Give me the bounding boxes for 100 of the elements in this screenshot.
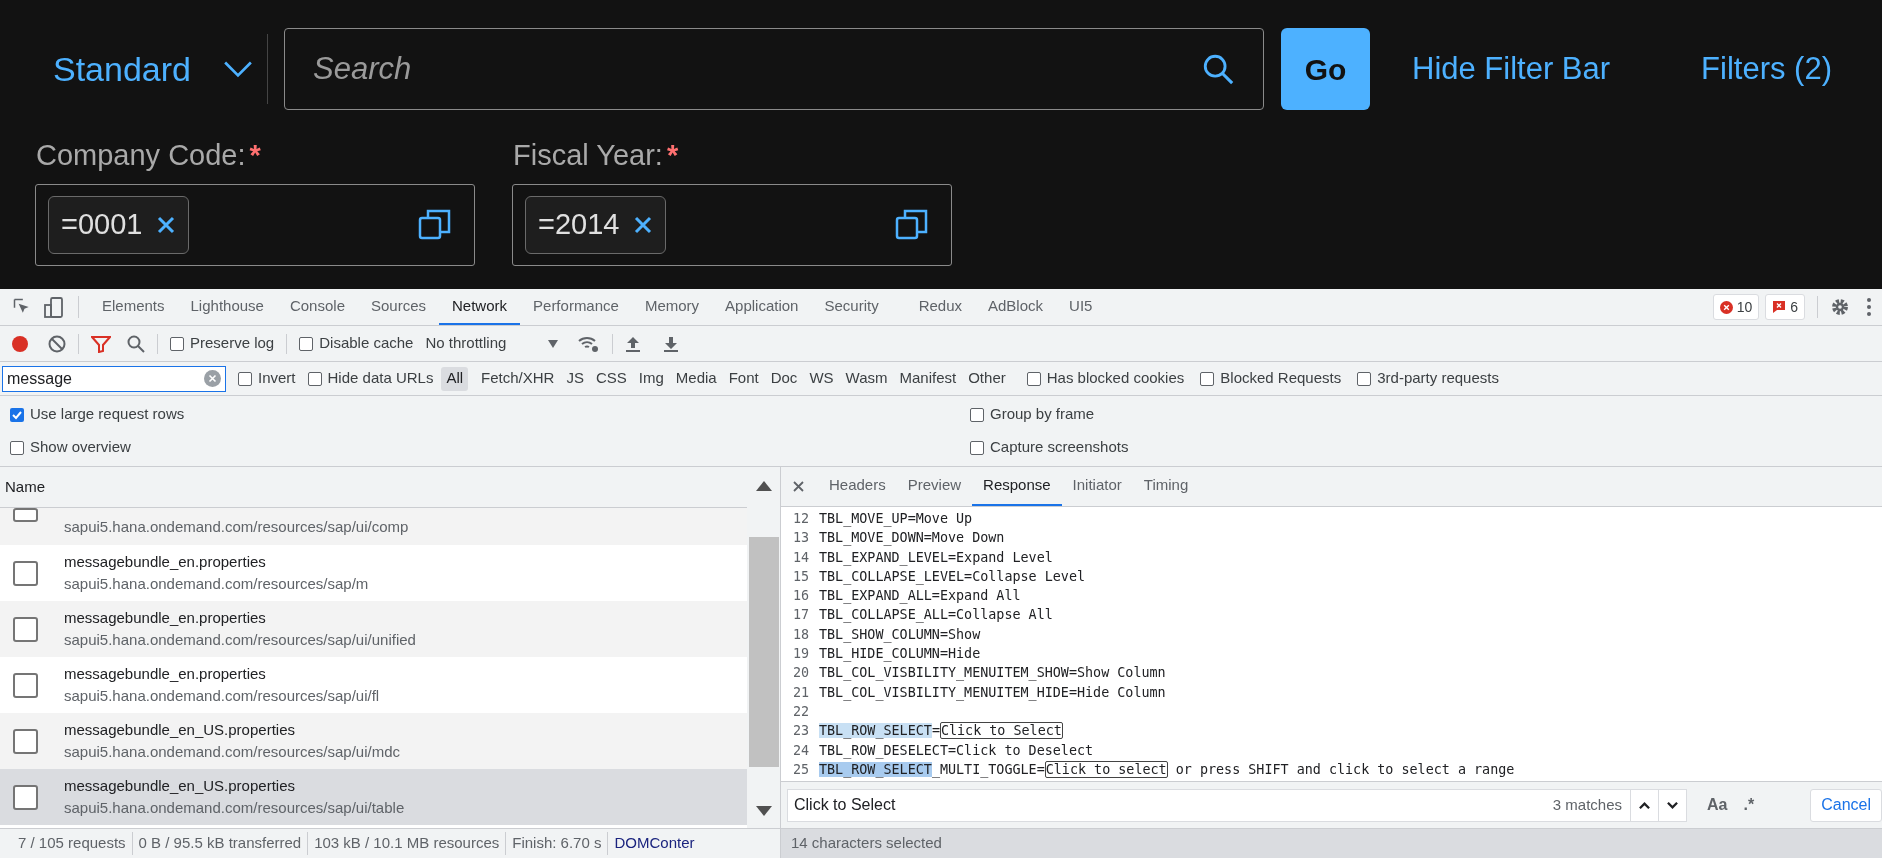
detail-tab[interactable]: Headers [818,467,897,506]
filter-icon[interactable] [91,334,111,353]
wifi-gear-icon[interactable] [578,334,601,353]
type-filter-button[interactable]: Manifest [894,366,962,391]
filter-field[interactable]: message [2,365,226,392]
type-filter-button[interactable]: Media [670,366,722,391]
code-line: TBL_COL_VISBILITY_MENUITEM_HIDE=Hide Column [819,683,1166,702]
checkbox[interactable] [970,440,984,455]
close-icon[interactable] [793,481,804,492]
find-field[interactable]: Click to Select 3 matches [787,788,1687,822]
search-field[interactable]: Search [284,28,1264,110]
error-counter[interactable]: 10 [1712,294,1760,320]
checkbox[interactable] [1026,371,1041,386]
status-text: 103 kB / 10.1 MB resources [307,832,506,855]
throttling-dropdown[interactable]: No throttling [425,332,559,355]
request-row[interactable]: messagebundle_en_US.properties sapui5.hana.ondemand.com/resources/sap/ui/table [0,769,747,825]
checkbox[interactable] [299,336,314,351]
checkbox[interactable] [170,336,184,351]
checkbox[interactable] [10,407,24,422]
checkbox[interactable] [970,407,984,422]
type-filter-button[interactable]: Wasm [840,366,893,391]
request-row[interactable]: messagebundle_en.properties sapui5.hana.ondemand.com/resources/sap/ui/unified [0,601,747,657]
token-field[interactable]: =2014 [512,184,952,266]
line-number: 13 [791,529,810,548]
copy-icon[interactable] [418,208,452,242]
device-toolbar-icon[interactable] [44,296,64,318]
status-text: 7 / 105 requests [17,833,127,854]
detail-tab[interactable]: Preview [896,467,973,506]
download-icon[interactable] [663,334,680,353]
checkbox[interactable] [1200,371,1215,386]
close-icon[interactable] [156,215,177,235]
checkbox[interactable] [10,440,24,455]
type-filter-button[interactable]: Other [963,366,1011,391]
filters-link[interactable]: Filters (2) [1701,45,1832,93]
request-name: messagebundle_en.properties [64,552,267,572]
go-button[interactable]: Go [1281,28,1370,110]
panel-tab[interactable]: AdBlock [975,289,1057,325]
find-input[interactable]: Click to Select [794,793,1553,817]
code-line: TBL_HIDE_COLUMN=Hide [819,645,981,664]
checkbox[interactable] [307,371,322,386]
type-filter-button[interactable]: Font [723,366,764,391]
cancel-button[interactable]: Cancel [1810,788,1882,822]
close-icon[interactable] [633,215,654,235]
detail-tab[interactable]: Initiator [1061,467,1133,506]
scroll-up-icon [755,481,772,491]
line-number: 18 [791,625,810,644]
panel-tab[interactable]: Sources [358,289,439,325]
clear-input-icon[interactable] [204,370,221,387]
request-url: sapui5.hana.ondemand.com/resources/sap/ui/table [64,798,405,818]
record-icon[interactable] [10,333,30,354]
panel-tab[interactable]: Application [712,289,812,325]
chevron-down-icon [223,59,253,79]
dom-content-loaded-link[interactable]: DOMConter [607,832,695,855]
regex-toggle[interactable]: .* [1743,793,1755,817]
type-filter-button[interactable]: Fetch/XHR [476,366,560,391]
more-options-icon[interactable] [1866,297,1872,317]
line-number: 15 [791,567,810,586]
match-count: 3 matches [1552,794,1623,815]
issues-counter[interactable]: 6 [1765,294,1805,320]
type-filter-button[interactable]: JS [561,366,589,391]
line-number: 12 [791,510,810,528]
panel-tab[interactable]: Performance [520,289,632,325]
type-filter-button[interactable]: All [441,366,469,391]
variant-selector[interactable]: Standard [53,34,268,104]
column-header[interactable]: Name [5,475,45,499]
settings-icon[interactable] [1830,297,1850,317]
request-name: messagebundle_en.properties [64,608,267,628]
panel-tab[interactable]: Console [276,289,358,325]
request-name: messagebundle_en_US.properties [64,776,296,796]
upload-icon[interactable] [625,334,642,353]
request-url: sapui5.hana.ondemand.com/resources/sap/ui/unified [64,630,416,650]
checkbox[interactable] [238,371,252,386]
clear-icon[interactable] [48,334,66,353]
panel-tab[interactable]: Lighthouse [177,289,277,325]
hide-filter-bar-link[interactable]: Hide Filter Bar [1412,45,1611,93]
request-row[interactable]: messagebundle_en_US.properties sapui5.hana.ondemand.com/resources/sap/ui/mdc [0,713,747,769]
type-filter-button[interactable]: CSS [590,366,632,391]
detail-tab[interactable]: Timing [1132,467,1200,506]
token[interactable]: =0001 [48,196,190,254]
token-field[interactable]: =0001 [35,184,475,266]
request-name: messagebundle_en.properties [64,664,267,684]
panel-tab[interactable]: Memory [631,289,713,325]
search-icon[interactable] [127,334,145,353]
search-input[interactable]: Search [313,45,1201,93]
checkbox-label: Hide data URLs [327,368,434,389]
match-case-toggle[interactable]: Aa [1707,793,1728,817]
request-row[interactable]: sapui5.hana.ondemand.com/resources/sap/ui/comp [0,508,747,545]
panel-tab[interactable]: Security [811,289,892,325]
type-filter-button[interactable]: Img [633,366,669,391]
checkbox[interactable] [1357,371,1372,386]
type-filter-button[interactable]: Doc [765,366,803,391]
scrollbar[interactable] [747,467,780,828]
panel-tab[interactable]: UI5 [1056,289,1106,325]
filter-input[interactable]: message [7,366,204,391]
copy-icon[interactable] [895,208,929,242]
code-line: TBL_ROW_SELECT_MULTI_TOGGLE=Click to select or press SHIFT and click to select a range [819,759,1515,780]
type-filter-button[interactable]: WS [804,366,839,391]
token[interactable]: =2014 [525,196,667,254]
panel-tab[interactable]: Redux [905,289,975,325]
panel-tab[interactable]: Elements [89,289,178,325]
